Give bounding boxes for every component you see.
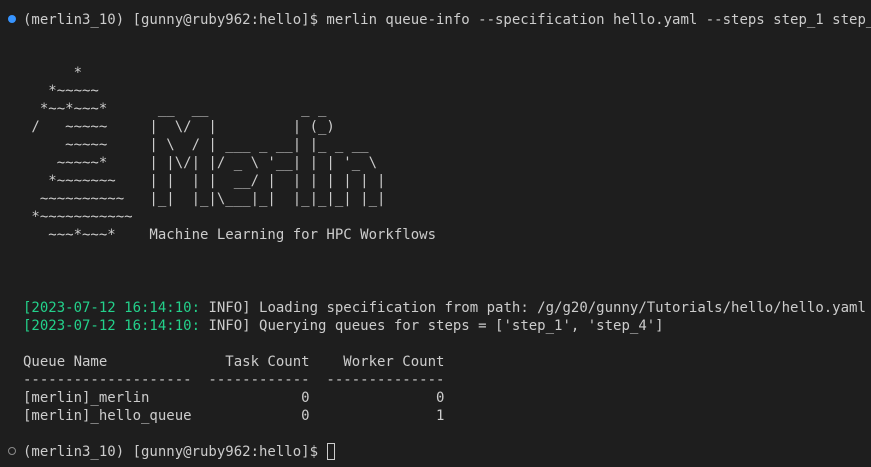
text-cursor[interactable] (327, 443, 336, 460)
log-timestamp: [2023-07-12 16:14:10: (23, 300, 201, 316)
prompt-text: (merlin3_10) [gunny@ruby962:hello]$ (23, 444, 327, 460)
log-message: Querying queues for steps = ['step_1', '… (250, 318, 664, 334)
log-level: INFO] (200, 318, 251, 334)
prompt-line[interactable]: (merlin3_10) [gunny@ruby962:hello]$ (23, 443, 336, 461)
log-line: [2023-07-12 16:14:10: INFO] Loading spec… (23, 299, 866, 317)
terminal-window[interactable]: (merlin3_10) [gunny@ruby962:hello]$ merl… (0, 0, 871, 467)
command-status-icon (8, 15, 16, 23)
merlin-ascii-banner: * *~~~~~ *~~*~~~* __ __ _ _ / ~~~~~ | \/… (31, 65, 437, 243)
queue-table-separator: -------------------- ------------ ------… (23, 372, 445, 388)
prompt-status-icon (8, 447, 16, 455)
queue-table-header: Queue Name Task Count Worker Count (23, 354, 445, 370)
log-line: [2023-07-12 16:14:10: INFO] Querying que… (23, 317, 664, 335)
log-message: Loading specification from path: /g/g20/… (250, 300, 866, 316)
table-row: [merlin]_hello_queue 0 1 (23, 408, 445, 424)
table-row: [merlin]_merlin 0 0 (23, 390, 445, 406)
log-level: INFO] (200, 300, 251, 316)
log-timestamp: [2023-07-12 16:14:10: (23, 318, 201, 334)
command-line: (merlin3_10) [gunny@ruby962:hello]$ merl… (23, 12, 871, 28)
